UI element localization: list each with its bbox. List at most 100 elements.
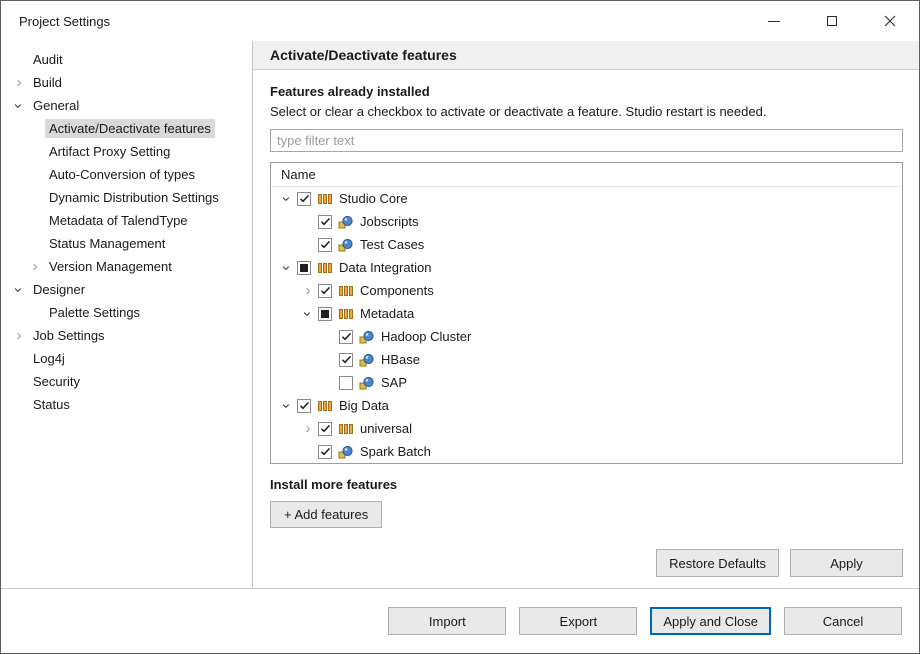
filter-input[interactable] xyxy=(270,129,903,152)
twisty-spacer xyxy=(298,214,318,230)
export-button[interactable]: Export xyxy=(519,607,637,635)
titlebar: Project Settings xyxy=(1,1,919,41)
chevron-down-icon[interactable]: › xyxy=(11,96,27,116)
feature-label: Data Integration xyxy=(338,260,432,275)
feature-icon xyxy=(338,444,354,460)
install-section-title: Install more features xyxy=(270,477,903,492)
checkbox-spark-batch[interactable] xyxy=(318,445,332,459)
close-button[interactable] xyxy=(861,1,919,41)
restore-defaults-button[interactable]: Restore Defaults xyxy=(656,549,779,577)
project-settings-dialog: Project Settings Audit›Build›GeneralActi… xyxy=(0,0,920,654)
sidebar-item-general[interactable]: ›General xyxy=(1,94,252,117)
tree-row-hadoop-cluster[interactable]: Hadoop Cluster xyxy=(271,325,902,348)
checkbox-metadata[interactable] xyxy=(318,307,332,321)
tree-row-big-data[interactable]: ›Big Data xyxy=(271,394,902,417)
sidebar-item-auto-conversion-of-types[interactable]: Auto-Conversion of types xyxy=(1,163,252,186)
tree-row-jobscripts[interactable]: Jobscripts xyxy=(271,210,902,233)
tree-row-metadata[interactable]: › Metadata xyxy=(271,302,902,325)
tree-column-header[interactable]: Name xyxy=(271,163,902,187)
chevron-down-icon[interactable]: › xyxy=(11,280,27,300)
sidebar-item-metadata-of-talendtype[interactable]: Metadata of TalendType xyxy=(1,209,252,232)
partial-check-mark xyxy=(321,310,329,318)
sidebar-item-job-settings[interactable]: ›Job Settings xyxy=(1,324,252,347)
checkbox-test-cases[interactable] xyxy=(318,238,332,252)
sidebar-item-artifact-proxy-setting[interactable]: Artifact Proxy Setting xyxy=(1,140,252,163)
sidebar-item-label: Build xyxy=(29,73,66,92)
checkbox-sap[interactable] xyxy=(339,376,353,390)
tree-row-sap[interactable]: SAP xyxy=(271,371,902,394)
feature-icon xyxy=(338,214,354,230)
twisty-spacer xyxy=(25,167,45,183)
chevron-right-icon[interactable]: › xyxy=(9,75,29,91)
sidebar-item-dynamic-distribution-settings[interactable]: Dynamic Distribution Settings xyxy=(1,186,252,209)
maximize-button[interactable] xyxy=(803,1,861,41)
sidebar-item-version-management[interactable]: ›Version Management xyxy=(1,255,252,278)
twisty-spacer xyxy=(9,52,29,68)
feature-group-icon xyxy=(338,283,354,299)
sidebar-item-palette-settings[interactable]: Palette Settings xyxy=(1,301,252,324)
twisty-spacer xyxy=(319,329,339,345)
feature-label: Hadoop Cluster xyxy=(380,329,471,344)
feature-group-icon xyxy=(317,260,333,276)
chevron-down-icon[interactable]: › xyxy=(279,189,295,209)
tree-row-data-integration[interactable]: › Data Integration xyxy=(271,256,902,279)
sidebar-item-status[interactable]: Status xyxy=(1,393,252,416)
sidebar-item-security[interactable]: Security xyxy=(1,370,252,393)
checkbox-components[interactable] xyxy=(318,284,332,298)
sidebar-item-designer[interactable]: ›Designer xyxy=(1,278,252,301)
sidebar-item-build[interactable]: ›Build xyxy=(1,71,252,94)
feature-group-icon xyxy=(317,191,333,207)
tree-row-universal[interactable]: ›universal xyxy=(271,417,902,440)
feature-label: Studio Core xyxy=(338,191,408,206)
checkbox-hadoop-cluster[interactable] xyxy=(339,330,353,344)
checkbox-jobscripts[interactable] xyxy=(318,215,332,229)
chevron-down-icon[interactable]: › xyxy=(279,396,295,416)
apply-and-close-button[interactable]: Apply and Close xyxy=(650,607,771,635)
sidebar-item-log4j[interactable]: Log4j xyxy=(1,347,252,370)
checkbox-data-integration[interactable] xyxy=(297,261,311,275)
sidebar-item-audit[interactable]: Audit xyxy=(1,48,252,71)
sidebar-item-label: Security xyxy=(29,372,84,391)
chevron-right-icon[interactable]: › xyxy=(25,259,45,275)
add-features-button[interactable]: + Add features xyxy=(270,501,382,528)
tree-row-hbase[interactable]: HBase xyxy=(271,348,902,371)
sidebar-item-activate-deactivate-features[interactable]: Activate/Deactivate features xyxy=(1,117,252,140)
sidebar-item-label: Metadata of TalendType xyxy=(45,211,192,230)
tree-row-components[interactable]: ›Components xyxy=(271,279,902,302)
checkbox-studio-core[interactable] xyxy=(297,192,311,206)
chevron-down-icon[interactable]: › xyxy=(300,304,316,324)
twisty-spacer xyxy=(9,397,29,413)
minimize-icon xyxy=(768,21,780,22)
settings-category-tree: Audit›Build›GeneralActivate/Deactivate f… xyxy=(1,41,253,588)
chevron-right-icon[interactable]: › xyxy=(298,421,318,437)
tree-row-studio-core[interactable]: › Studio Core xyxy=(271,187,902,210)
sidebar-item-status-management[interactable]: Status Management xyxy=(1,232,252,255)
checkbox-hbase[interactable] xyxy=(339,353,353,367)
chevron-down-icon[interactable]: › xyxy=(279,258,295,278)
checkbox-universal[interactable] xyxy=(318,422,332,436)
apply-button[interactable]: Apply xyxy=(790,549,903,577)
feature-label: Metadata xyxy=(359,306,414,321)
twisty-spacer xyxy=(25,144,45,160)
twisty-spacer xyxy=(25,190,45,206)
feature-icon xyxy=(338,237,354,253)
feature-label: Test Cases xyxy=(359,237,424,252)
panel-action-row: Restore Defaults Apply xyxy=(270,549,903,578)
chevron-right-icon[interactable]: › xyxy=(9,328,29,344)
installed-section-title: Features already installed xyxy=(270,84,903,99)
twisty-spacer xyxy=(25,305,45,321)
checkbox-big-data[interactable] xyxy=(297,399,311,413)
cancel-button[interactable]: Cancel xyxy=(784,607,902,635)
sidebar-item-label: Palette Settings xyxy=(45,303,144,322)
chevron-right-icon[interactable]: › xyxy=(298,283,318,299)
sidebar-item-label: Dynamic Distribution Settings xyxy=(45,188,223,207)
minimize-button[interactable] xyxy=(745,1,803,41)
tree-row-test-cases[interactable]: Test Cases xyxy=(271,233,902,256)
feature-group-icon xyxy=(338,306,354,322)
sidebar-item-label: Status xyxy=(29,395,74,414)
settings-panel: Activate/Deactivate features Features al… xyxy=(253,41,919,588)
import-button[interactable]: Import xyxy=(388,607,506,635)
twisty-spacer xyxy=(298,444,318,460)
tree-column-header-label: Name xyxy=(281,167,316,182)
tree-row-spark-batch[interactable]: Spark Batch xyxy=(271,440,902,463)
